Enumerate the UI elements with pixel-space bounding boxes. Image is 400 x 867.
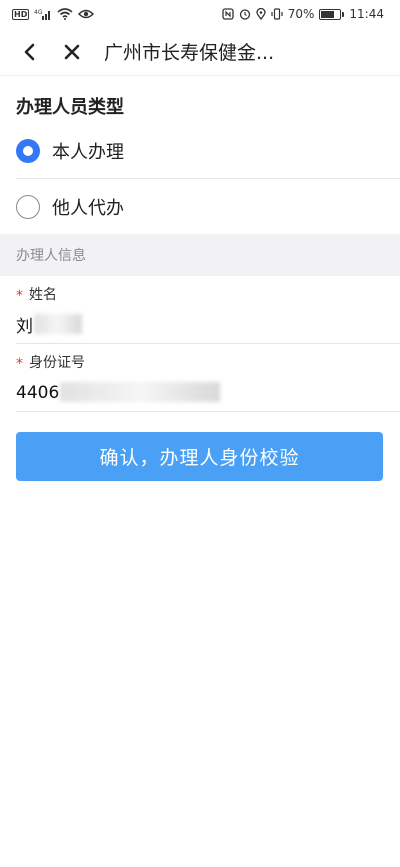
handler-type-title: 办理人员类型 [16, 97, 124, 118]
radio-label-proxy: 他人代办 [52, 197, 124, 219]
name-label: * 姓名 [16, 276, 400, 306]
alarm-icon [239, 8, 251, 20]
status-left: HD 4G [12, 8, 95, 20]
radio-unchecked-icon [16, 194, 40, 219]
handler-info-section: 办理人信息 [0, 234, 400, 276]
battery-fill [321, 10, 334, 18]
status-time: 11:44 [349, 7, 384, 21]
required-mark: * [16, 288, 23, 304]
battery-icon [319, 8, 345, 20]
back-arrow-icon [24, 43, 35, 60]
vibrate-icon [271, 8, 283, 20]
id-number-value: 4406 [16, 382, 60, 403]
id-number-label: * 身份证号 [16, 344, 400, 374]
status-right: 70% 11:44 [222, 7, 384, 21]
close-icon [64, 44, 80, 59]
name-input[interactable]: 刘 [16, 306, 400, 344]
page-title: 广州市长寿保健金... [104, 42, 275, 64]
id-number-input[interactable]: 4406 [16, 374, 400, 412]
id-number-blur-mask [60, 382, 220, 402]
eye-icon [78, 8, 95, 20]
wifi-icon [57, 8, 73, 20]
nfc-icon [222, 8, 234, 20]
close-button[interactable] [54, 34, 90, 70]
svg-text:4G: 4G [34, 9, 43, 16]
confirm-identity-button[interactable]: 确认，办理人身份校验 [16, 432, 383, 481]
radio-option-self[interactable]: 本人办理 [16, 124, 400, 179]
signal-icon: 4G [34, 8, 52, 20]
radio-checked-icon [16, 139, 40, 163]
name-value: 刘 [16, 317, 33, 337]
hd-icon: HD [12, 8, 30, 20]
battery-percent: 70% [287, 7, 315, 21]
id-number-field: * 身份证号 4406 [0, 344, 400, 412]
name-label-text: 姓名 [29, 287, 57, 303]
status-bar: HD 4G 70% 11:44 [0, 0, 400, 28]
radio-option-proxy[interactable]: 他人代办 [0, 179, 400, 234]
id-number-label-text: 身份证号 [29, 355, 85, 371]
back-button[interactable] [12, 34, 48, 70]
location-icon [256, 8, 266, 20]
name-blur-mask [34, 314, 82, 334]
nav-bar: 广州市长寿保健金... [0, 28, 400, 76]
radio-label-self: 本人办理 [52, 142, 124, 163]
name-field: * 姓名 刘 [0, 276, 400, 344]
required-mark: * [16, 356, 23, 372]
